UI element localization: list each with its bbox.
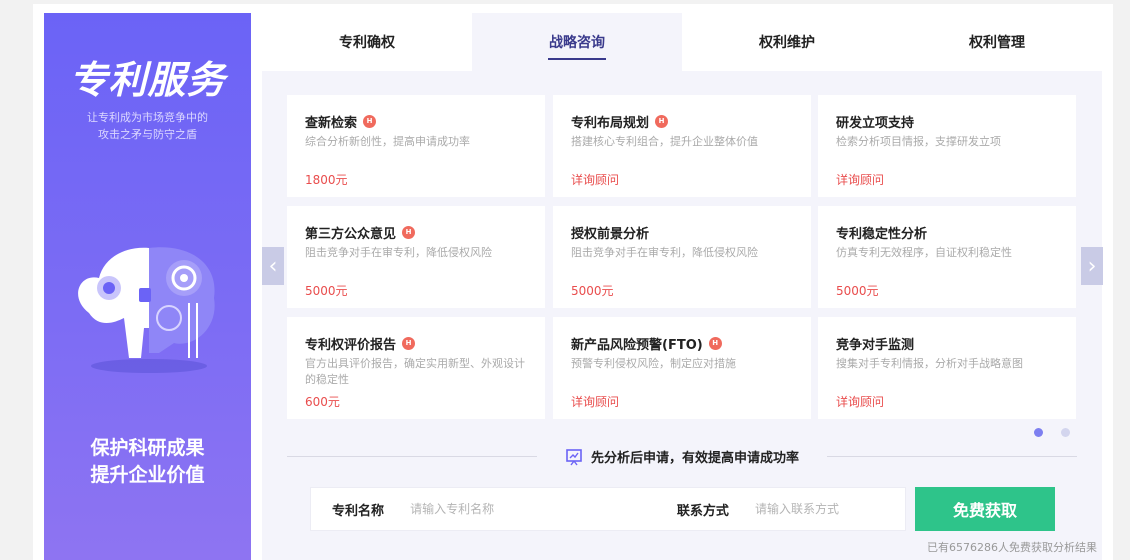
card-description: 检索分析项目情报，支撑研发立项	[836, 135, 1001, 148]
card-title-text: 研发立项支持	[836, 115, 915, 131]
card-description: 仿真专利无效程序，自证权利稳定性	[836, 246, 1012, 259]
card-description: 阻击竞争对手在审专利，降低侵权风险	[571, 246, 758, 259]
hot-badge-icon: H	[655, 114, 669, 128]
card-title-text: 专利权评价报告	[305, 337, 397, 353]
card-description: 预警专利侵权风险，制定应对措施	[571, 357, 736, 370]
service-card[interactable]: 查新检索 H 综合分析新创性，提高申请成功率 1800元	[287, 95, 545, 197]
card-price: 详询顾问	[836, 173, 885, 187]
card-title-text: 专利稳定性分析	[836, 226, 928, 242]
service-banner: 专利服务 让专利成为市场竞争中的 攻击之矛与防守之盾 保护科研成果 提升企业价值	[44, 13, 251, 560]
service-card[interactable]: 新产品风险预警(FTO) H 预警专利侵权风险，制定应对措施 详询顾问	[553, 317, 811, 419]
hot-badge-icon: H	[402, 336, 416, 350]
card-price: 详询顾问	[571, 395, 620, 409]
patent-name-label: 专利名称	[332, 503, 385, 519]
card-description: 搜集对手专利情报，分析对手战略意图	[836, 357, 1023, 370]
card-title-text: 专利布局规划	[571, 115, 650, 131]
banner-subtitle-line2: 攻击之矛与防守之盾	[98, 128, 197, 141]
card-description: 阻击竞争对手在审专利，降低侵权风险	[305, 246, 492, 259]
mascot-illustration	[78, 247, 215, 373]
service-card[interactable]: 专利权评价报告 H 官方出具评价报告，确定实用新型、外观设计的稳定性 600元	[287, 317, 545, 419]
free-get-button[interactable]: 免费获取	[915, 487, 1055, 531]
tab-rights-management[interactable]: 权利管理	[892, 13, 1102, 71]
card-title: 专利权评价报告 H	[305, 335, 527, 353]
usage-count-note: 已有6576286人免费获取分析结果	[927, 541, 1097, 554]
page-container: 专利服务 让专利成为市场竞争中的 攻击之矛与防守之盾 保护科研成果 提升企业价值	[33, 4, 1113, 560]
card-description: 官方出具评价报告，确定实用新型、外观设计的稳定性	[305, 357, 525, 386]
card-price: 详询顾问	[571, 173, 620, 187]
service-card[interactable]: 第三方公众意见 H 阻击竞争对手在审专利，降低侵权风险 5000元	[287, 206, 545, 308]
hot-badge-icon: H	[708, 336, 722, 350]
banner-title: 专利服务	[69, 58, 226, 102]
hot-badge-icon: H	[363, 114, 377, 128]
card-title-text: 第三方公众意见	[305, 226, 397, 242]
card-title-text: 授权前景分析	[571, 226, 650, 242]
card-title-text: 竞争对手监测	[836, 337, 915, 353]
pager-dot[interactable]	[1061, 428, 1070, 437]
banner-slogan: 保护科研成果 提升企业价值	[44, 435, 251, 489]
tab-patent-confirmation[interactable]: 专利确权	[262, 13, 472, 71]
banner-slogan-line1: 保护科研成果	[90, 437, 205, 459]
contact-input[interactable]	[755, 502, 905, 516]
hot-badge-icon: H	[402, 225, 416, 239]
contact-label: 联系方式	[676, 503, 729, 519]
patent-name-input[interactable]	[410, 502, 578, 516]
service-card[interactable]: 研发立项支持 检索分析项目情报，支撑研发立项 详询顾问	[818, 95, 1076, 197]
consult-form: 专利名称 联系方式	[310, 487, 906, 531]
banner-slogan-line2: 提升企业价值	[90, 464, 205, 486]
service-card[interactable]: 专利稳定性分析 仿真专利无效程序，自证权利稳定性 5000元	[818, 206, 1076, 308]
service-card[interactable]: 专利布局规划 H 搭建核心专利组合，提升企业整体价值 详询顾问	[553, 95, 811, 197]
card-title: 专利布局规划 H	[571, 113, 793, 131]
service-tabs: 专利确权 战略咨询 权利维护 权利管理	[262, 13, 1102, 71]
banner-subtitle: 让专利成为市场竞争中的 攻击之矛与防守之盾	[44, 109, 251, 143]
service-card[interactable]: 授权前景分析 阻击竞争对手在审专利，降低侵权风险 5000元	[553, 206, 811, 308]
banner-subtitle-line1: 让专利成为市场竞争中的	[87, 111, 208, 124]
tab-rights-protection[interactable]: 权利维护	[682, 13, 892, 71]
service-card[interactable]: 竞争对手监测 搜集对手专利情报，分析对手战略意图 详询顾问	[818, 317, 1076, 419]
card-title-text: 新产品风险预警(FTO)	[571, 337, 703, 353]
card-description: 搭建核心专利组合，提升企业整体价值	[571, 135, 758, 148]
carousel-pager	[1034, 428, 1070, 437]
analysis-board-icon	[566, 449, 582, 466]
card-title: 第三方公众意见 H	[305, 224, 527, 242]
card-title: 新产品风险预警(FTO) H	[571, 335, 793, 353]
chevron-right-icon[interactable]: ›	[1081, 247, 1103, 285]
card-price: 5000元	[305, 284, 348, 298]
card-price: 详询顾问	[836, 395, 885, 409]
card-title: 专利稳定性分析	[836, 224, 1058, 242]
chevron-left-icon[interactable]: ‹	[262, 247, 284, 285]
divider-row: 先分析后申请，有效提高申请成功率	[287, 445, 1077, 469]
card-title: 研发立项支持	[836, 113, 1058, 131]
card-price: 5000元	[836, 284, 879, 298]
card-description: 综合分析新创性，提高申请成功率	[305, 135, 470, 148]
card-title: 授权前景分析	[571, 224, 793, 242]
pager-dot[interactable]	[1034, 428, 1043, 437]
tab-strategy-consulting[interactable]: 战略咨询	[472, 13, 682, 71]
card-title: 查新检索 H	[305, 113, 527, 131]
card-price: 1800元	[305, 173, 348, 187]
card-title-text: 查新检索	[305, 115, 358, 131]
card-title: 竞争对手监测	[836, 335, 1058, 353]
divider-message: 先分析后申请，有效提高申请成功率	[287, 447, 1077, 466]
card-price: 5000元	[571, 284, 614, 298]
card-price: 600元	[305, 395, 340, 409]
divider-text: 先分析后申请，有效提高申请成功率	[590, 451, 799, 466]
